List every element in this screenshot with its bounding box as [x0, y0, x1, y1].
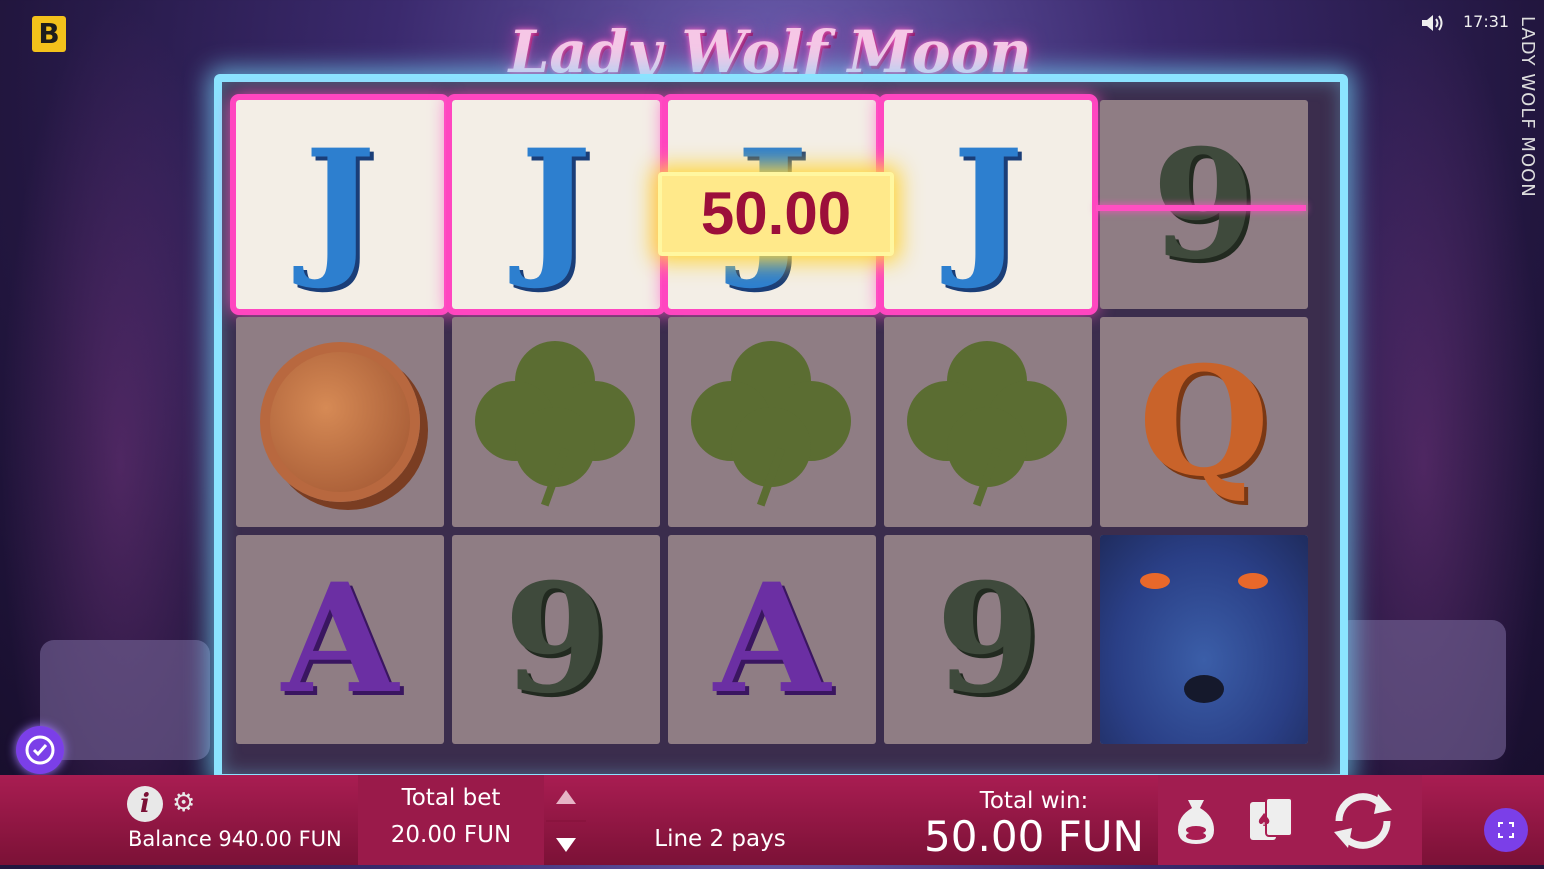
fullscreen-icon: [1498, 822, 1514, 838]
bet-decrease-button[interactable]: [556, 838, 576, 852]
symbol-a: A: [281, 551, 399, 728]
spin-button[interactable]: [1324, 784, 1402, 858]
background-rock: [1336, 620, 1506, 760]
brand-logo: B: [32, 16, 66, 52]
symbol-a: A: [713, 551, 831, 728]
reel-cell: [452, 317, 660, 527]
reel-cell: A: [668, 534, 876, 744]
autoplay-coins-icon[interactable]: [1174, 796, 1218, 848]
reel-cell: J: [446, 93, 666, 316]
fullscreen-button[interactable]: [1484, 808, 1528, 852]
symbol-nine: 9: [935, 551, 1041, 728]
info-icon[interactable]: i: [127, 786, 163, 822]
symbol-j: J: [520, 116, 592, 293]
total-bet-value: 20.00 FUN: [390, 822, 512, 848]
sound-icon[interactable]: [1420, 12, 1446, 34]
svg-text:♠: ♠: [1256, 810, 1272, 831]
total-win-value: 50.00 FUN: [924, 812, 1144, 861]
clock-check-icon: [25, 735, 55, 765]
total-win-label: Total win:: [979, 788, 1089, 814]
clover-symbol-icon: [687, 337, 857, 507]
clover-symbol-icon: [903, 337, 1073, 507]
total-bet-label: Total bet: [401, 785, 501, 811]
background-rock: [40, 640, 210, 760]
side-title: LADY WOLF MOON: [1517, 16, 1538, 198]
paytable-cards-icon[interactable]: ♠: [1246, 796, 1296, 848]
line-pays-message: Line 2 pays: [654, 826, 786, 852]
reel-cell: [884, 317, 1092, 527]
clock: 17:31: [1463, 12, 1510, 31]
reel-cell: Q: [1100, 317, 1308, 527]
symbol-j: J: [304, 116, 376, 293]
symbol-j: J: [952, 116, 1024, 293]
bet-increase-button[interactable]: [556, 790, 576, 804]
reel-cell: 9: [884, 534, 1092, 744]
symbol-q: Q: [1138, 333, 1270, 510]
gear-icon[interactable]: ⚙: [172, 790, 195, 816]
clover-symbol-icon: [471, 337, 641, 507]
reel-cell: J: [878, 93, 1098, 316]
reel-cell: J: [230, 93, 450, 316]
reel-cell: A: [236, 534, 444, 744]
wolf-symbol-icon: [1100, 534, 1308, 744]
payline-indicator: [1096, 205, 1306, 211]
win-amount-badge: 50.00: [658, 172, 894, 256]
coin-symbol-icon: [260, 341, 420, 502]
history-button[interactable]: [16, 726, 64, 774]
reel-cell: [1100, 534, 1308, 744]
divider: [546, 820, 586, 822]
reel-cell: [236, 317, 444, 527]
balance-display: Balance 940.00 FUN: [128, 827, 342, 851]
reel-cell: [668, 317, 876, 527]
reel-cell: 9: [452, 534, 660, 744]
symbol-nine: 9: [503, 551, 609, 728]
